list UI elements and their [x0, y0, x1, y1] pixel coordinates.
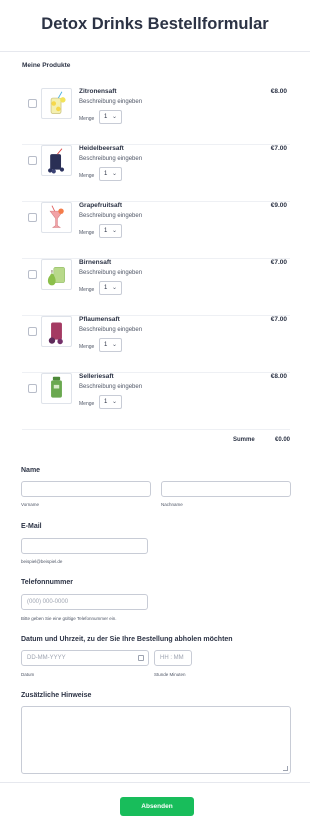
chevron-down-icon: ⌄	[111, 114, 117, 120]
phone-placeholder: (000) 000-0000	[27, 599, 69, 605]
product-description: Beschreibung eingeben	[79, 99, 143, 105]
time-input[interactable]: HH : MM	[154, 650, 192, 666]
last-name-sublabel: Nachname	[161, 502, 183, 507]
quantity-select[interactable]: 1 ⌄	[99, 281, 122, 295]
notes-label: Zusätzliche Hinweise	[21, 692, 92, 699]
product-price: €7.00	[270, 259, 287, 266]
product-item: Zitronensaft Beschreibung eingeben Menge…	[22, 88, 290, 145]
product-name: Heidelbeersaft	[79, 145, 124, 152]
product-item: Selleriesaft Beschreibung eingeben Menge…	[22, 373, 290, 430]
email-sublabel: beispiel@beispiel.de	[21, 559, 63, 564]
pear-drink-icon	[41, 259, 72, 290]
product-item: Heidelbeersaft Beschreibung eingeben Men…	[22, 145, 290, 202]
quantity-value: 1	[104, 114, 108, 120]
products-label: Meine Produkte	[22, 62, 71, 69]
grapefruit-drink-icon	[41, 202, 72, 233]
product-checkbox[interactable]	[28, 213, 37, 222]
quantity-label: Menge	[79, 230, 95, 236]
phone-label: Telefonnummer	[21, 579, 73, 586]
product-price: €8.00	[270, 373, 287, 380]
quantity-label: Menge	[79, 287, 95, 293]
quantity-select[interactable]: 1 ⌄	[99, 395, 122, 409]
chevron-down-icon: ⌄	[111, 399, 117, 405]
product-description: Beschreibung eingeben	[79, 213, 143, 219]
plum-drink-icon	[41, 316, 72, 347]
first-name-sublabel: Vorname	[21, 502, 40, 507]
chevron-down-icon: ⌄	[111, 171, 117, 177]
divider	[0, 782, 310, 783]
product-description: Beschreibung eingeben	[79, 270, 143, 276]
product-name: Birnensaft	[79, 259, 112, 266]
product-item: Birnensaft Beschreibung eingeben Menge 1…	[22, 259, 290, 316]
phone-input[interactable]: (000) 000-0000	[21, 594, 148, 610]
celery-drink-icon	[41, 373, 72, 404]
quantity-label: Menge	[79, 401, 95, 407]
product-price: €9.00	[270, 202, 287, 209]
quantity-select[interactable]: 1 ⌄	[99, 167, 122, 181]
product-checkbox[interactable]	[28, 327, 37, 336]
product-price: €7.00	[270, 145, 287, 152]
time-sublabel: Stunde Minuten	[154, 672, 186, 677]
total-value: €0.00	[275, 437, 291, 443]
quantity-label: Menge	[79, 116, 95, 122]
product-name: Zitronensaft	[79, 88, 117, 95]
quantity-value: 1	[104, 171, 108, 177]
quantity-value: 1	[104, 342, 108, 348]
lemon-drink-icon	[41, 88, 72, 119]
product-checkbox[interactable]	[28, 99, 37, 108]
product-price: €7.00	[270, 316, 287, 323]
form-title: Detox Drinks Bestellformular	[41, 15, 269, 33]
blueberry-drink-icon	[41, 145, 72, 176]
chevron-down-icon: ⌄	[111, 285, 117, 291]
total-label: Summe	[233, 437, 255, 443]
phone-sublabel: Bitte geben Sie eine gültige Telefonnumm…	[21, 616, 117, 621]
product-description: Beschreibung eingeben	[79, 327, 143, 333]
quantity-value: 1	[104, 399, 108, 405]
chevron-down-icon: ⌄	[111, 228, 117, 234]
divider	[0, 51, 310, 52]
product-checkbox[interactable]	[28, 384, 37, 393]
quantity-value: 1	[104, 228, 108, 234]
chevron-down-icon: ⌄	[111, 342, 117, 348]
quantity-label: Menge	[79, 173, 95, 179]
product-name: Pflaumensaft	[79, 316, 120, 323]
quantity-select[interactable]: 1 ⌄	[99, 110, 122, 124]
product-description: Beschreibung eingeben	[79, 156, 143, 162]
product-name: Selleriesaft	[79, 373, 114, 380]
submit-button[interactable]: Absenden	[120, 797, 194, 816]
resize-handle-icon[interactable]	[283, 766, 288, 771]
product-item: Grapefruitsaft Beschreibung eingeben Men…	[22, 202, 290, 259]
date-input[interactable]: DD-MM-YYYY	[21, 650, 149, 666]
product-item: Pflaumensaft Beschreibung eingeben Menge…	[22, 316, 290, 373]
quantity-value: 1	[104, 285, 108, 291]
email-input[interactable]	[21, 538, 148, 554]
datetime-label: Datum und Uhrzeit, zu der Sie Ihre Beste…	[21, 636, 233, 643]
product-checkbox[interactable]	[28, 270, 37, 279]
product-price: €8.00	[270, 88, 287, 95]
date-placeholder: DD-MM-YYYY	[27, 655, 66, 661]
calendar-icon[interactable]	[138, 655, 144, 661]
email-label: E-Mail	[21, 523, 42, 530]
quantity-label: Menge	[79, 344, 95, 350]
notes-textarea[interactable]	[21, 706, 291, 774]
quantity-select[interactable]: 1 ⌄	[99, 224, 122, 238]
last-name-input[interactable]	[161, 481, 291, 497]
time-placeholder: HH : MM	[160, 655, 184, 661]
product-checkbox[interactable]	[28, 156, 37, 165]
quantity-select[interactable]: 1 ⌄	[99, 338, 122, 352]
product-name: Grapefruitsaft	[79, 202, 122, 209]
first-name-input[interactable]	[21, 481, 151, 497]
date-sublabel: Datum	[21, 672, 35, 677]
name-label: Name	[21, 467, 41, 474]
product-description: Beschreibung eingeben	[79, 384, 143, 390]
